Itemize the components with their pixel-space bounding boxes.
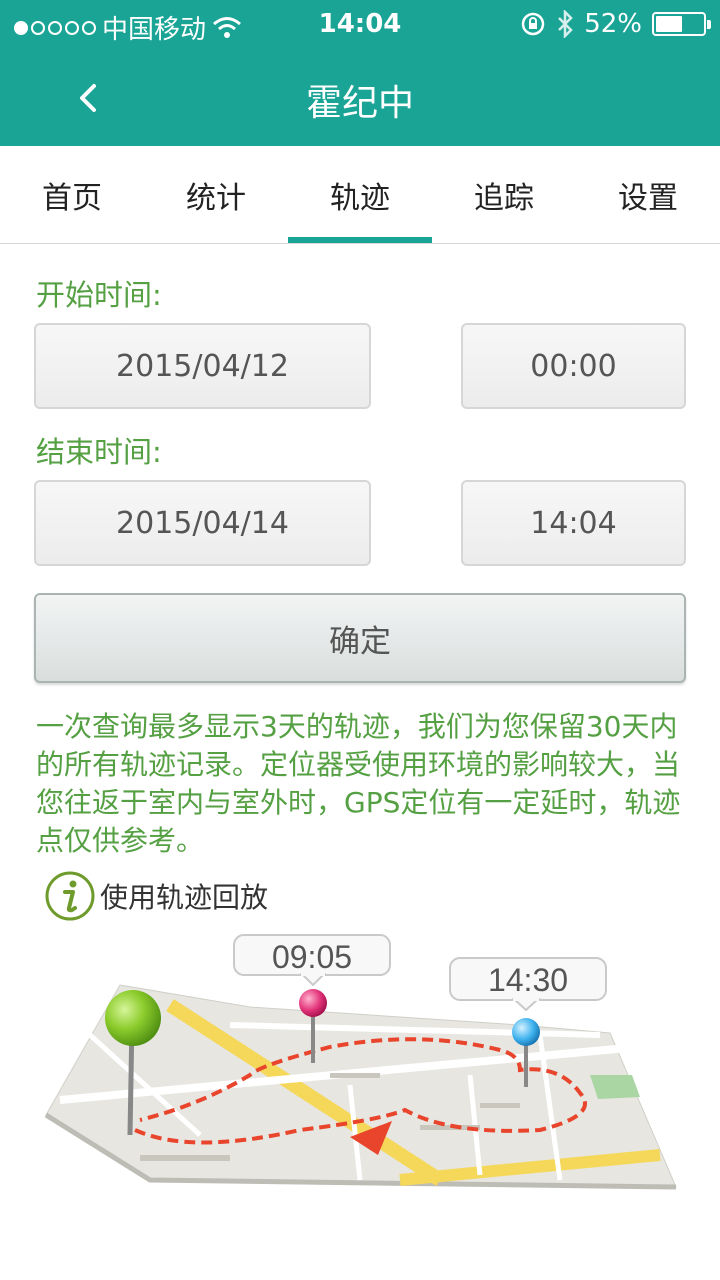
rotation-lock-icon [521, 12, 545, 36]
tab-statistics[interactable]: 统计 [144, 146, 288, 243]
end-time-label: 结束时间: [36, 435, 162, 469]
battery-icon [652, 12, 711, 36]
start-time-field[interactable]: 00:00 [461, 323, 686, 409]
bluetooth-icon [558, 10, 573, 38]
tab-settings[interactable]: 设置 [576, 146, 720, 243]
time-bubble-1: 09:05 [233, 934, 391, 987]
map-park [590, 1075, 640, 1099]
status-bar: 中国移动 14:04 52% [0, 0, 720, 50]
time-bubble-1-text: 09:05 [272, 939, 352, 975]
page-title: 霍纪中 [305, 83, 414, 124]
start-pin-icon [105, 990, 161, 1046]
status-right: 52% [520, 9, 711, 39]
playback-help-link[interactable]: 使用轨迹回放 [44, 870, 268, 922]
track-playback-illustration: 09:05 14:30 [44, 934, 677, 1190]
info-icon [45, 871, 95, 921]
end-pin-icon [512, 1018, 540, 1046]
playback-help-label: 使用轨迹回放 [100, 881, 269, 914]
time-bubble-2: 14:30 [449, 957, 607, 1012]
tab-bar: 首页 统计 轨迹 追踪 设置 [0, 146, 720, 244]
end-date-field[interactable]: 2015/04/14 [34, 480, 371, 566]
notice-text: 一次查询最多显示3天的轨迹，我们为您保留30天内的所有轨迹记录。定位器受使用环境… [36, 710, 681, 857]
time-bubble-2-text: 14:30 [488, 962, 568, 998]
tab-home[interactable]: 首页 [0, 146, 144, 243]
start-time-label: 开始时间: [36, 278, 162, 312]
nav-bar: 霍纪中 [0, 50, 720, 146]
tab-tracking[interactable]: 追踪 [432, 146, 576, 243]
battery-percent: 52% [584, 9, 642, 39]
tab-track[interactable]: 轨迹 [288, 146, 432, 243]
end-time-field[interactable]: 14:04 [461, 480, 686, 566]
mid-pin-icon [299, 989, 327, 1017]
start-date-field[interactable]: 2015/04/12 [34, 323, 371, 409]
confirm-button[interactable]: 确定 [34, 593, 686, 683]
